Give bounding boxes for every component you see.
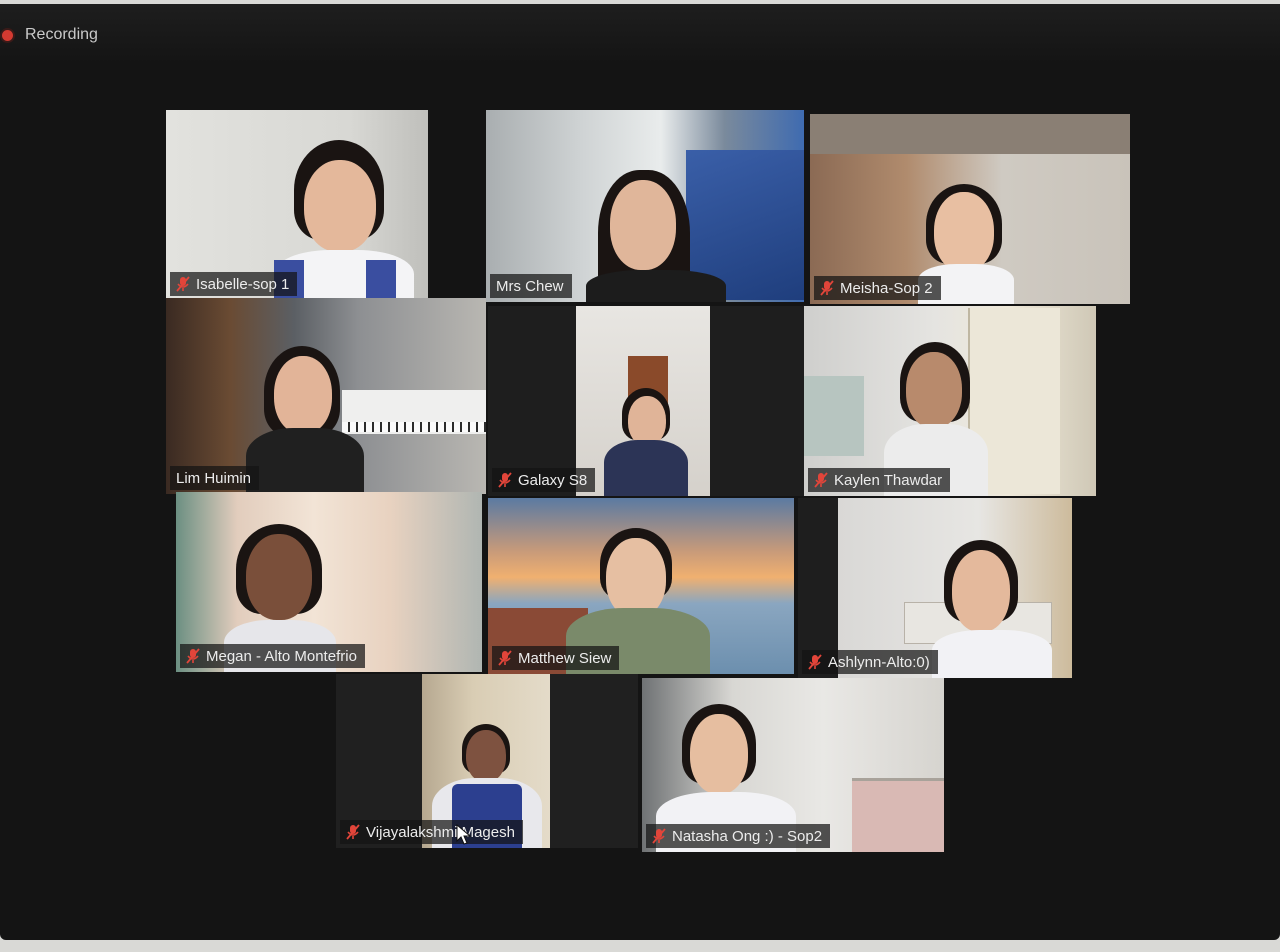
window-top — [0, 4, 1280, 64]
nameplate: Isabelle-sop 1 — [170, 272, 298, 296]
nameplate: Matthew Siew — [492, 646, 620, 670]
recording-dot-icon — [2, 29, 13, 41]
recording-label: Recording — [25, 26, 98, 43]
video-tile-kaylen[interactable]: Kaylen Thawdar — [804, 306, 1096, 496]
nameplate: Kaylen Thawdar — [808, 468, 951, 492]
video-tile-ashlynn[interactable]: Ashlynn-Alto:0) — [798, 498, 1072, 678]
mic-muted-icon — [814, 472, 828, 488]
mic-muted-icon — [808, 654, 822, 670]
zoom-window: Recording Isabelle-sop 1 Mrs Chew Meisha… — [0, 4, 1280, 940]
recording-indicator[interactable]: Recording — [2, 26, 98, 44]
mic-muted-icon — [498, 650, 512, 666]
video-tile-isabelle[interactable]: Isabelle-sop 1 — [166, 110, 428, 300]
video-tile-natasha[interactable]: Natasha Ong :) - Sop2 — [642, 678, 944, 852]
participant-name: Lim Huimin — [176, 469, 252, 487]
participant-name: Natasha Ong :) - Sop2 — [672, 827, 823, 845]
participant-name: Megan - Alto Montefrio — [206, 647, 357, 665]
mic-muted-icon — [820, 280, 834, 296]
participant-name: Matthew Siew — [518, 649, 612, 667]
video-tile-vijayalakshmi[interactable]: Vijayalakshmi Magesh — [336, 674, 638, 848]
participant-name: Meisha-Sop 2 — [840, 279, 933, 297]
nameplate: Lim Huimin — [170, 466, 260, 490]
mic-muted-icon — [346, 824, 360, 840]
nameplate: Ashlynn-Alto:0) — [802, 650, 938, 674]
video-tile-mrs-chew[interactable]: Mrs Chew — [486, 110, 804, 302]
nameplate: Vijayalakshmi Magesh — [340, 820, 523, 844]
participant-name: Galaxy S8 — [518, 471, 588, 489]
video-tile-matthew[interactable]: Matthew Siew — [488, 498, 794, 674]
participant-name: Ashlynn-Alto:0) — [828, 653, 930, 671]
participant-name: Vijayalakshmi Magesh — [366, 823, 515, 841]
nameplate: Megan - Alto Montefrio — [180, 644, 365, 668]
video-tile-meisha[interactable]: Meisha-Sop 2 — [810, 114, 1130, 304]
mic-muted-icon — [186, 648, 200, 664]
mic-muted-icon — [652, 828, 666, 844]
video-tile-galaxy-s8[interactable]: Galaxy S8 — [488, 306, 804, 496]
participant-name: Isabelle-sop 1 — [196, 275, 290, 293]
mic-muted-icon — [176, 276, 190, 292]
participant-name: Mrs Chew — [496, 277, 564, 295]
video-tile-megan[interactable]: Megan - Alto Montefrio — [176, 492, 482, 672]
mouse-cursor-icon — [456, 824, 472, 845]
nameplate: Natasha Ong :) - Sop2 — [646, 824, 831, 848]
participant-name: Kaylen Thawdar — [834, 471, 943, 489]
mic-muted-icon — [498, 472, 512, 488]
video-tile-lim-huimin[interactable]: Lim Huimin — [166, 298, 486, 494]
nameplate: Meisha-Sop 2 — [814, 276, 941, 300]
nameplate: Mrs Chew — [490, 274, 572, 298]
nameplate: Galaxy S8 — [492, 468, 596, 492]
